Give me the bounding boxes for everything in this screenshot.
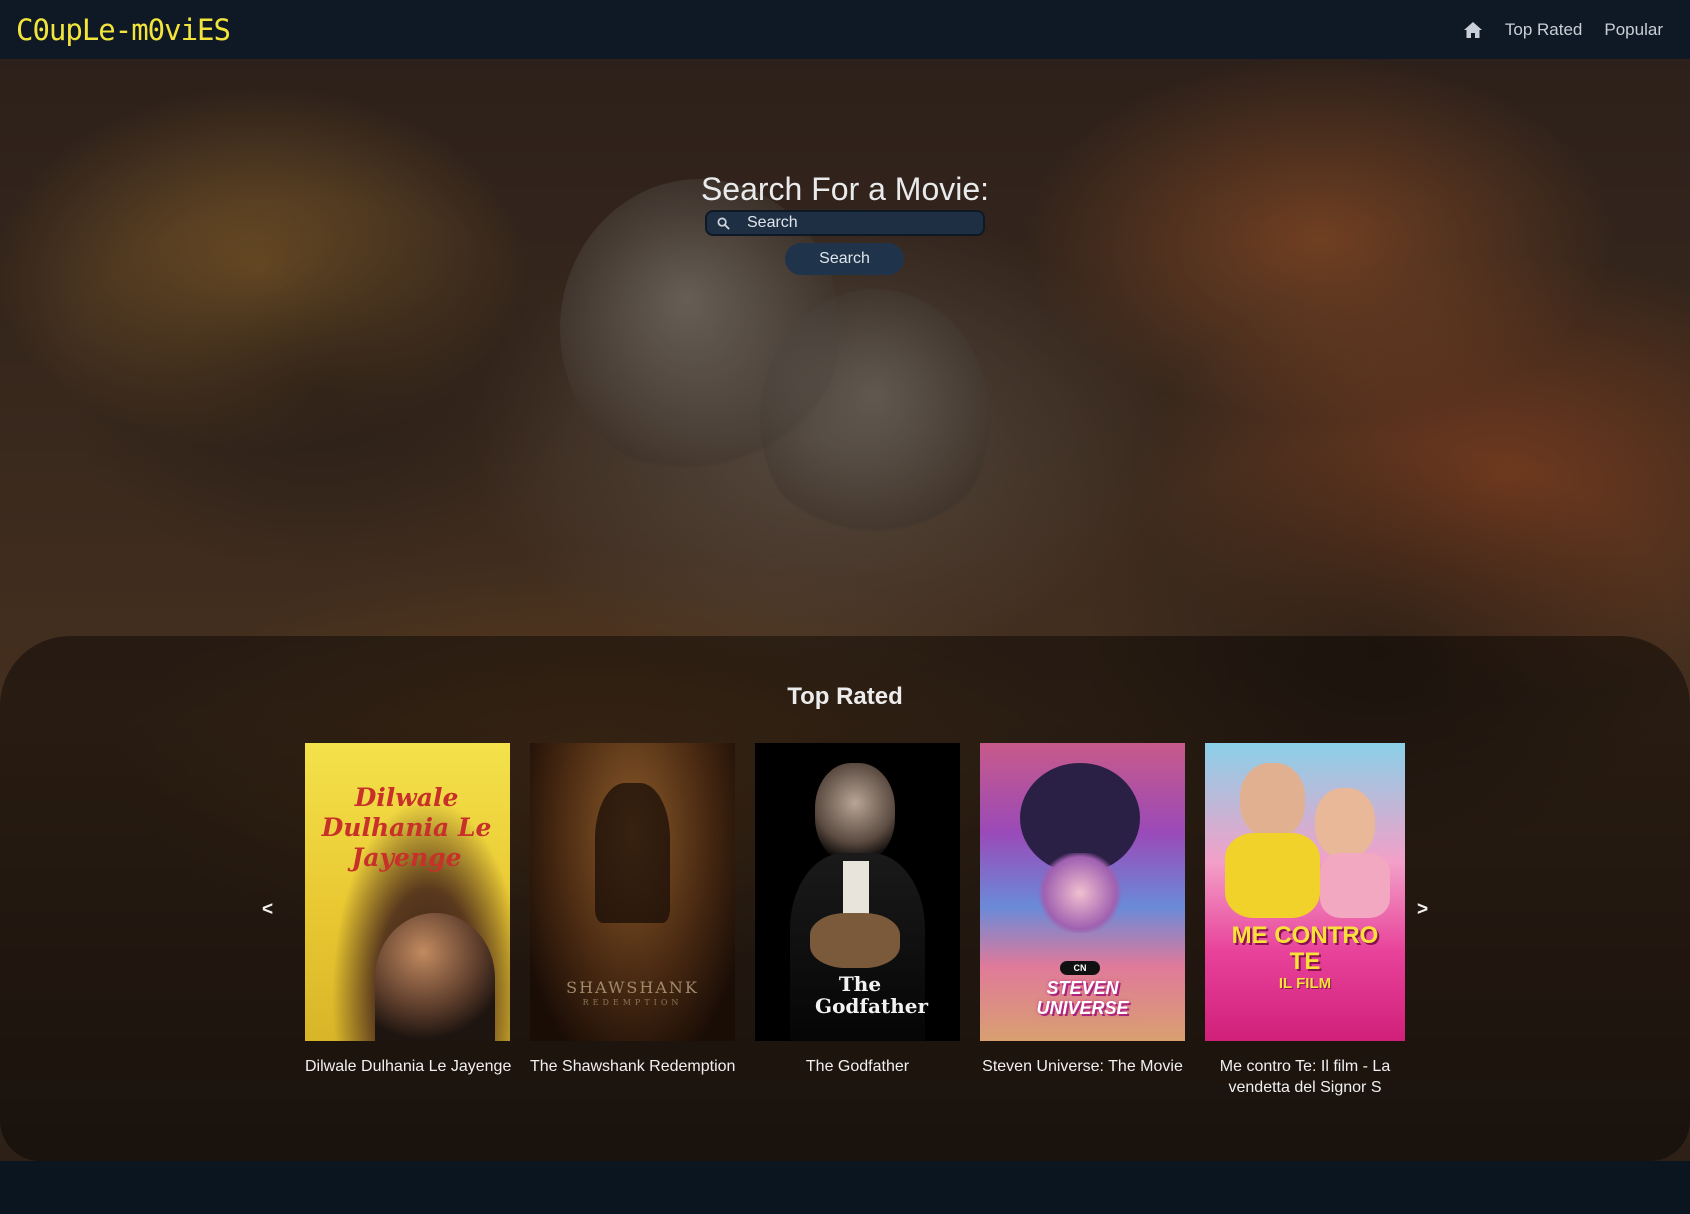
poster-subtitle: REDEMPTION xyxy=(582,998,683,1007)
movie-poster: SHAWSHANK REDEMPTION xyxy=(530,743,735,1041)
poster-cat xyxy=(810,913,900,968)
carousel-next-button[interactable]: > xyxy=(1417,899,1428,921)
poster-face xyxy=(815,763,895,863)
search-input[interactable] xyxy=(745,213,969,233)
poster-jacket-2 xyxy=(1320,853,1390,918)
poster-shirt xyxy=(843,861,869,921)
poster-characters xyxy=(1035,853,1125,933)
search-button[interactable]: Search xyxy=(785,243,904,275)
movie-title: Steven Universe: The Movie xyxy=(982,1058,1183,1075)
search-box[interactable] xyxy=(705,210,985,236)
poster-figure xyxy=(375,913,495,1041)
poster-title: STEVEN UNIVERSE xyxy=(1036,978,1129,1018)
movie-title: The Shawshank Redemption xyxy=(530,1058,736,1075)
poster-title: The Godfather xyxy=(815,972,929,1018)
movie-poster: ME CONTRO TE IL FILM xyxy=(1205,743,1405,1041)
poster-figure xyxy=(595,783,670,923)
movie-card[interactable]: ME CONTRO TE IL FILM Me contro Te: Il fi… xyxy=(1205,743,1410,1098)
movie-title: Dilwale Dulhania Le Jayenge xyxy=(305,1058,512,1075)
nav-home-link[interactable] xyxy=(1463,21,1483,39)
movie-card[interactable]: Dilwale Dulhania Le Jayenge Dilwale Dulh… xyxy=(305,743,512,1077)
movie-card[interactable]: CN STEVEN UNIVERSE Steven Universe: The … xyxy=(980,743,1185,1077)
poster-title: ME CONTRO TE xyxy=(1231,922,1379,975)
movie-title: The Godfather xyxy=(805,1058,910,1075)
search-icon xyxy=(717,217,730,230)
nav-popular-link[interactable]: Popular xyxy=(1604,20,1663,40)
poster-subtitle: IL FILM xyxy=(1278,975,1332,992)
top-rated-title: Top Rated xyxy=(787,683,903,710)
nav-top-rated-link[interactable]: Top Rated xyxy=(1505,20,1583,40)
nav-links: Top Rated Popular xyxy=(1463,20,1663,40)
page-footer xyxy=(0,1161,1690,1214)
brand-logo[interactable]: C0upLe-m0viES xyxy=(16,13,231,47)
poster-face xyxy=(1240,763,1305,838)
movie-card[interactable]: The Godfather The Godfather xyxy=(755,743,960,1077)
search-title: Search For a Movie: xyxy=(700,171,990,207)
poster-face-2 xyxy=(1315,788,1375,858)
carousel-prev-button[interactable]: < xyxy=(262,899,273,921)
navbar: C0upLe-m0viES Top Rated Popular xyxy=(0,0,1690,59)
movie-poster: The Godfather xyxy=(755,743,960,1041)
cn-badge: CN xyxy=(1060,961,1100,975)
poster-title: SHAWSHANK xyxy=(566,978,699,997)
movie-title: Me contro Te: Il film - La vendetta del … xyxy=(1219,1058,1391,1096)
poster-jacket xyxy=(1225,833,1320,918)
poster-title: Dilwale Dulhania Le Jayenge xyxy=(321,783,492,872)
home-icon xyxy=(1463,21,1482,38)
movie-poster: Dilwale Dulhania Le Jayenge xyxy=(305,743,510,1041)
movie-poster: CN STEVEN UNIVERSE xyxy=(980,743,1185,1041)
movie-card[interactable]: SHAWSHANK REDEMPTION The Shawshank Redem… xyxy=(530,743,735,1077)
